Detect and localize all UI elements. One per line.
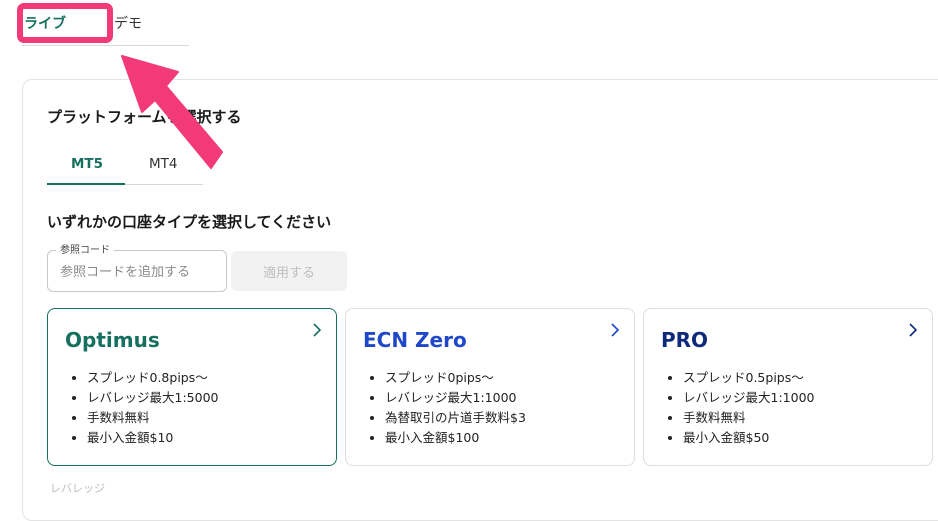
chevron-right-icon xyxy=(611,323,620,337)
tab-mt4[interactable]: MT4 xyxy=(149,156,177,172)
reference-code-input[interactable] xyxy=(58,260,222,284)
card-title: PRO xyxy=(661,328,709,352)
tab-demo[interactable]: デモ xyxy=(114,13,142,33)
account-card-pro[interactable]: PRO スプレッド0.5pips〜 レバレッジ最大1:1000 手数料無料 最小… xyxy=(643,308,933,466)
account-type-heading: いずれかの口座タイプを選択してください xyxy=(47,213,332,231)
reference-code-label: 参照コード xyxy=(56,241,114,256)
live-tab-highlight-box xyxy=(17,3,113,43)
card-title: Optimus xyxy=(65,328,160,352)
feature-item: レバレッジ最大1:5000 xyxy=(87,388,218,408)
chevron-right-icon xyxy=(909,323,918,337)
feature-item: 為替取引の片道手数料$3 xyxy=(385,408,526,428)
account-card-ecn-zero[interactable]: ECN Zero スプレッド0pips〜 レバレッジ最大1:1000 為替取引の… xyxy=(345,308,635,466)
feature-item: 最小入金額$10 xyxy=(87,428,218,448)
feature-item: スプレッド0.8pips〜 xyxy=(87,368,218,388)
apply-button[interactable]: 適用する xyxy=(231,251,347,291)
feature-item: レバレッジ最大1:1000 xyxy=(385,388,526,408)
card-title: ECN Zero xyxy=(363,328,467,352)
platform-heading: プラットフォームを選択する xyxy=(47,108,242,126)
feature-item: レバレッジ最大1:1000 xyxy=(683,388,814,408)
tab-mt5[interactable]: MT5 xyxy=(71,156,103,172)
feature-item: スプレッド0.5pips〜 xyxy=(683,368,814,388)
feature-list: スプレッド0.5pips〜 レバレッジ最大1:1000 手数料無料 最小入金額$… xyxy=(661,368,814,448)
cut-off-text: レバレッジ xyxy=(50,482,105,495)
tabs-divider xyxy=(22,45,189,46)
feature-list: スプレッド0.8pips〜 レバレッジ最大1:5000 手数料無料 最小入金額$… xyxy=(65,368,218,448)
chevron-right-icon xyxy=(313,323,322,337)
platform-tab-active-indicator xyxy=(47,183,125,185)
account-card-optimus[interactable]: Optimus スプレッド0.8pips〜 レバレッジ最大1:5000 手数料無… xyxy=(47,308,337,466)
feature-item: 最小入金額$100 xyxy=(385,428,526,448)
feature-item: 手数料無料 xyxy=(87,408,218,428)
platform-tabs: MT5 MT4 xyxy=(47,148,203,185)
reference-code-field[interactable] xyxy=(47,250,227,292)
feature-list: スプレッド0pips〜 レバレッジ最大1:1000 為替取引の片道手数料$3 最… xyxy=(363,368,526,448)
feature-item: スプレッド0pips〜 xyxy=(385,368,526,388)
feature-item: 最小入金額$50 xyxy=(683,428,814,448)
feature-item: 手数料無料 xyxy=(683,408,814,428)
